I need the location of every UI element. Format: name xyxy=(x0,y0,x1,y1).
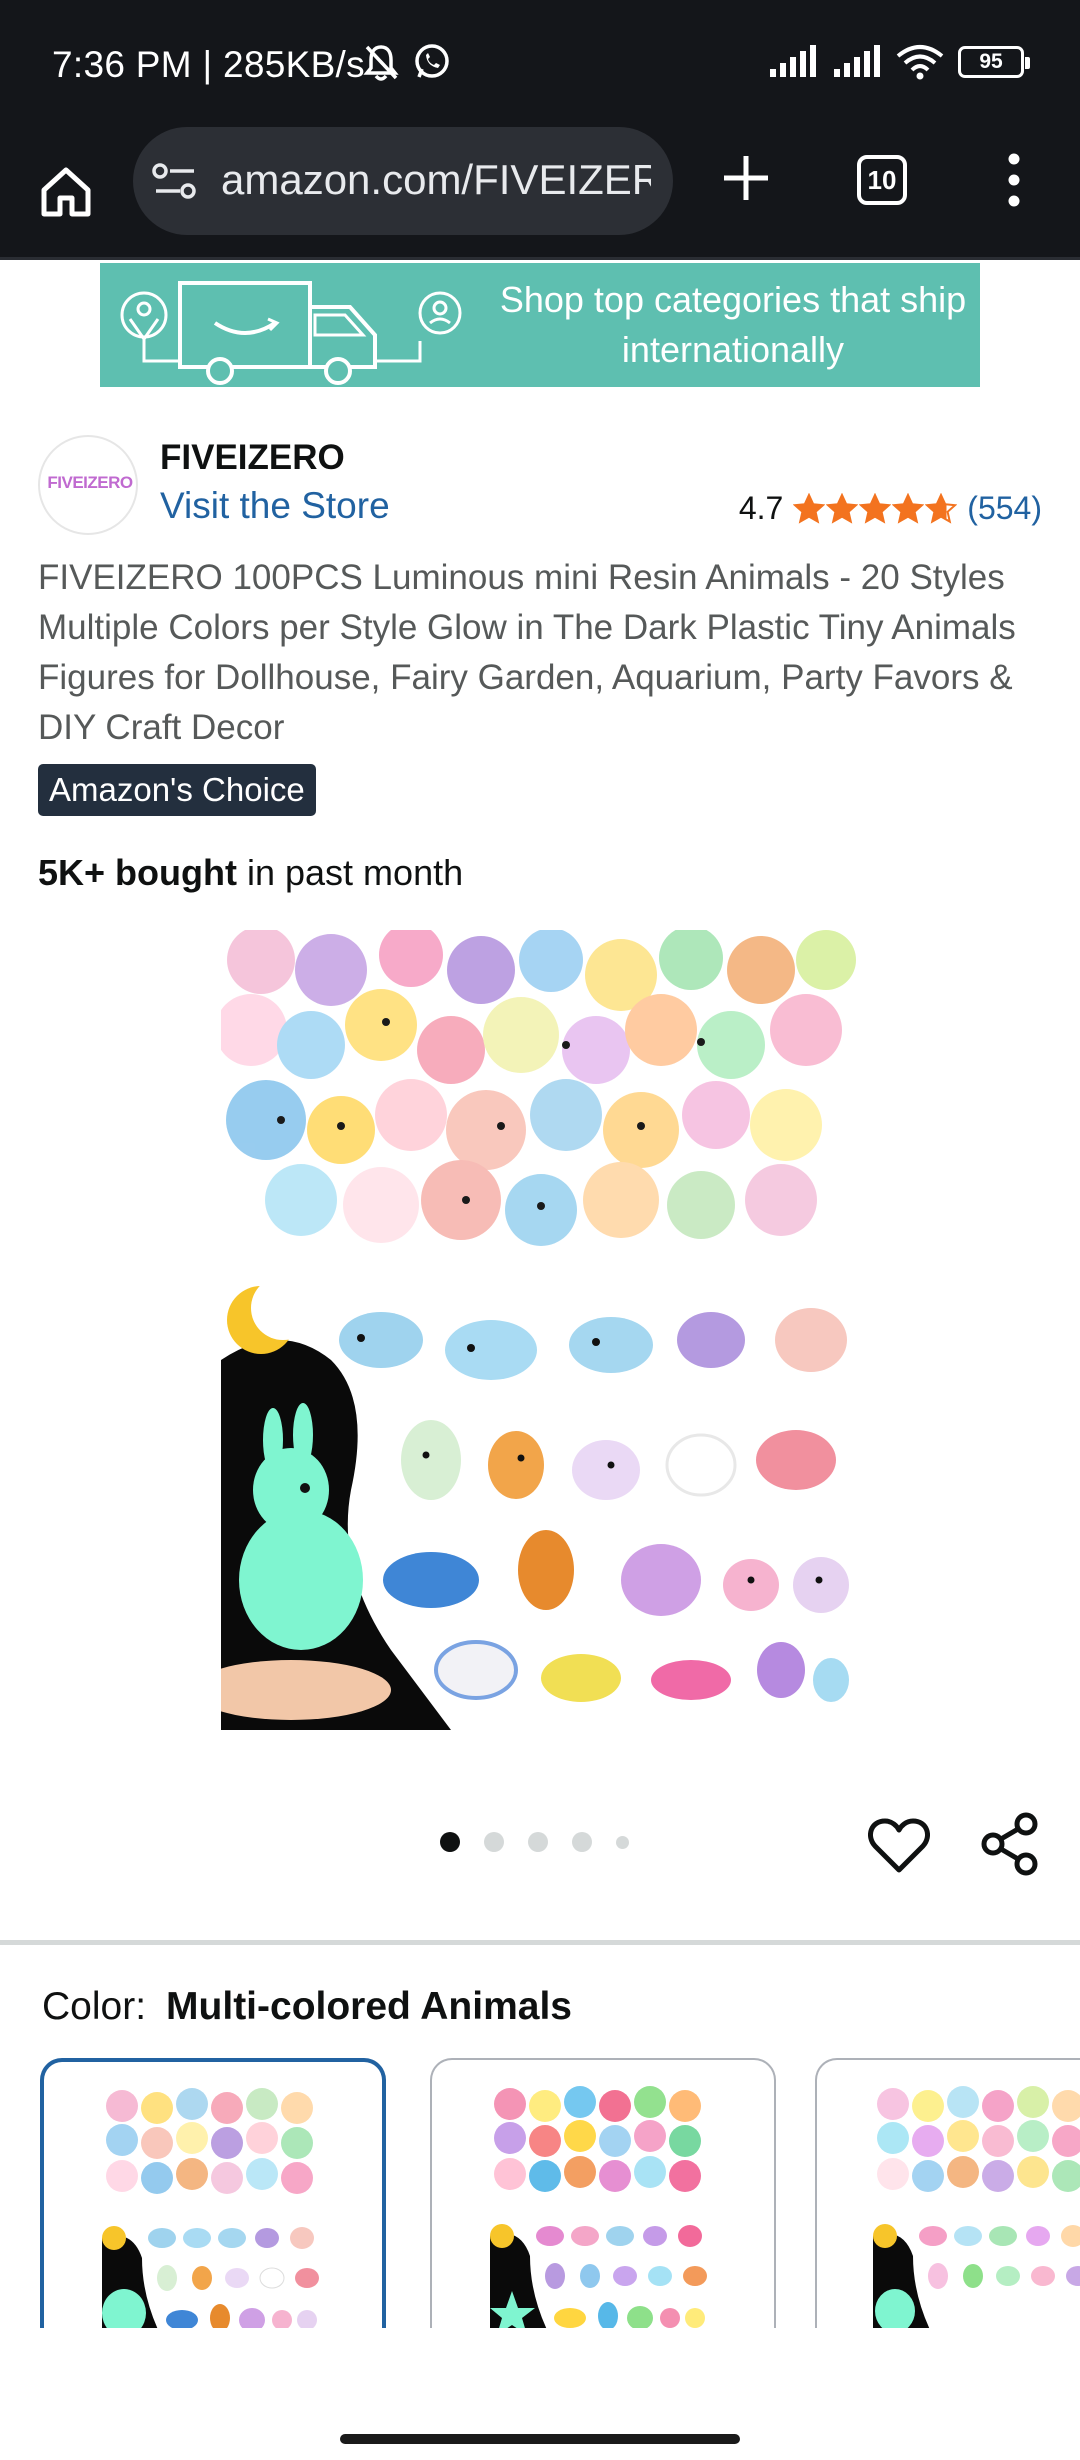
carousel-dots xyxy=(440,1832,629,1852)
carousel-dot[interactable] xyxy=(484,1832,504,1852)
color-selected-value: Multi-colored Animals xyxy=(166,1985,572,2028)
signal-icon xyxy=(770,45,816,77)
color-label: Color: xyxy=(42,1985,147,2028)
brand-name: FIVEIZERO xyxy=(160,438,345,477)
signal-icon-2 xyxy=(834,45,880,77)
swatch-image-3 xyxy=(873,2086,1080,2328)
promo-banner[interactable]: Shop top categories that ship internatio… xyxy=(100,263,980,387)
star-icon xyxy=(826,492,859,524)
amazons-choice-badge: Amazon's Choice xyxy=(38,764,316,816)
battery-icon: 95 xyxy=(958,46,1030,78)
wishlist-heart-icon[interactable] xyxy=(868,1816,930,1874)
rating-summary[interactable]: 4.7 (554) xyxy=(739,490,1042,527)
more-options-icon[interactable] xyxy=(1004,152,1024,208)
carousel-dot[interactable] xyxy=(572,1832,592,1852)
gesture-home-indicator[interactable] xyxy=(340,2434,740,2444)
delivery-truck-icon xyxy=(120,281,462,385)
visit-store-link[interactable]: Visit the Store xyxy=(160,485,390,527)
rating-value: 4.7 xyxy=(738,490,784,526)
product-image[interactable] xyxy=(221,930,859,1730)
bought-count-bold: 5K+ bought xyxy=(38,852,237,893)
promo-text: Shop top categories that ship internatio… xyxy=(499,279,967,370)
new-tab-icon[interactable] xyxy=(718,150,774,206)
site-settings-icon[interactable] xyxy=(152,162,198,200)
whatsapp-icon xyxy=(415,44,449,78)
star-icon xyxy=(892,492,925,524)
status-time: 7:36 PM | 285KB/s xyxy=(52,44,365,85)
color-selector-label: Color: Multi-colored Animals xyxy=(42,1985,572,2029)
color-swatch-option-2[interactable] xyxy=(430,2058,776,2328)
bought-count: 5K+ bought in past month xyxy=(38,852,463,894)
product-title: FIVEIZERO 100PCS Luminous mini Resin Ani… xyxy=(38,558,1016,747)
carousel-dot[interactable] xyxy=(440,1832,460,1852)
wifi-icon xyxy=(896,45,944,80)
color-swatch-multi-colored-animals[interactable] xyxy=(40,2058,386,2328)
star-icon xyxy=(859,492,892,524)
rating-count[interactable]: (554) xyxy=(967,490,1042,527)
bell-off-icon xyxy=(363,45,399,81)
share-icon[interactable] xyxy=(980,1812,1040,1876)
url-text[interactable]: amazon.com/FIVEIZERO-100PCS-Luminous xyxy=(221,156,651,206)
status-bar: 7:36 PM | 285KB/s 95 xyxy=(0,0,1080,130)
bought-count-rest: in past month xyxy=(236,852,464,893)
notification-icons xyxy=(362,42,452,82)
carousel-dot[interactable] xyxy=(616,1835,629,1849)
star-rating xyxy=(793,492,958,525)
brand-logo-text: FIVEIZERO xyxy=(47,473,133,492)
color-swatch-option-3[interactable] xyxy=(815,2058,1080,2328)
star-icon xyxy=(925,492,958,524)
system-icons: 95 xyxy=(768,44,1030,80)
home-icon[interactable] xyxy=(34,160,98,224)
swatch-image-2 xyxy=(490,2086,707,2328)
section-divider xyxy=(0,1940,1080,1945)
swatch-image xyxy=(102,2088,319,2328)
brand-logo[interactable]: FIVEIZERO xyxy=(38,435,138,535)
product-photo xyxy=(221,930,859,1730)
carousel-dot[interactable] xyxy=(528,1832,548,1852)
tab-switcher-button[interactable]: 10 xyxy=(857,155,907,205)
star-icon xyxy=(793,492,826,524)
